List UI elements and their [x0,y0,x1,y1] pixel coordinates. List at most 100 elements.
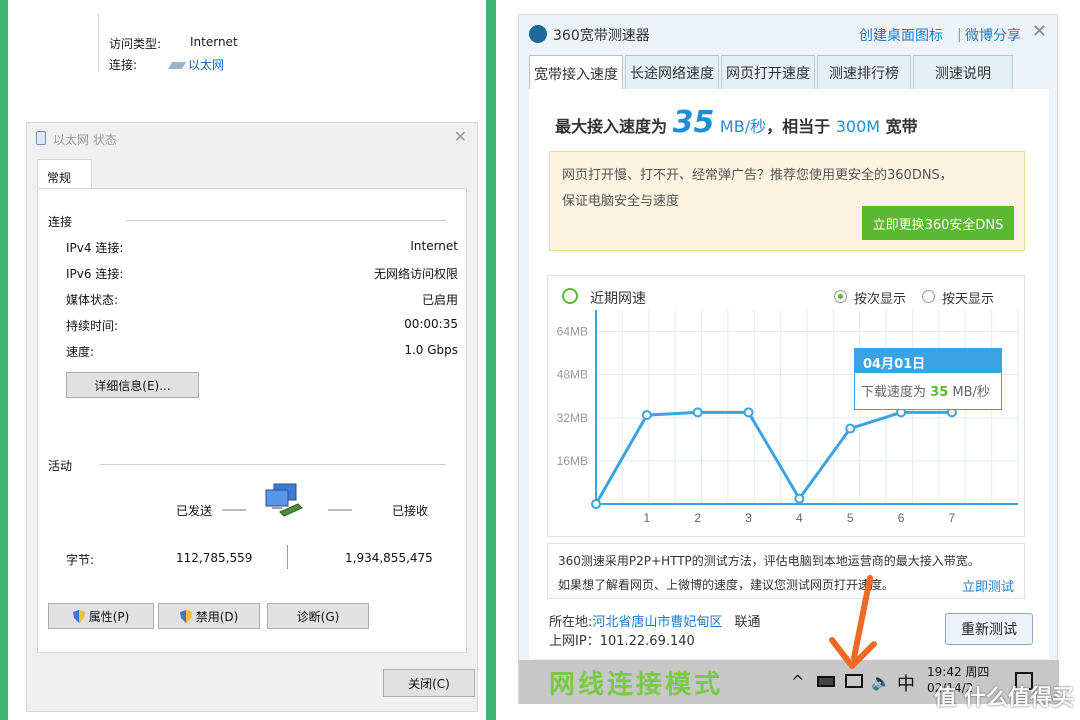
ipv4-label: IPv4 连接: [66,241,124,255]
test-info-box: 360测速采用P2P+HTTP的测试方法，评估电脑到本地运营商的最大接入带宽。 … [547,543,1025,599]
section-divider [126,220,446,221]
disable-button[interactable]: 禁用(D) [158,603,260,629]
tab-help[interactable]: 测速说明 [913,55,1013,89]
properties-button[interactable]: 属性(P) [48,603,154,629]
chevron-up-icon[interactable]: ^ [791,672,804,691]
y-tick-label: 64MB [557,325,588,339]
tab-general[interactable]: 常规 [37,159,92,189]
x-tick-label: 7 [949,511,956,525]
duration-label: 持续时间: [66,319,119,333]
connection-section-label: 连接 [48,215,73,229]
ime-indicator[interactable]: 中 [897,670,915,696]
connection-label: 连接: [109,58,138,72]
x-tick-label: 4 [796,511,803,525]
notice-line2: 保证电脑安全与速度 [562,194,680,209]
ethernet-status-dialog: 以太网 状态 ✕ 常规 连接 IPv4 连接: Internet IPv6 连接… [26,122,478,712]
tab-page-speed[interactable]: 网页打开速度 [721,55,815,89]
tab-access-speed[interactable]: 宽带接入速度 [529,55,623,91]
speed-label: 速度: [66,345,95,359]
link-separator: | [957,27,962,43]
orange-arrow-annotation [829,575,877,669]
switch-dns-button[interactable]: 立即更换360安全DNS [862,206,1014,240]
notice-line1: 网页打开慢、打不开、经常弹广告？推荐您使用更安全的360DNS， [562,168,953,183]
tab-general-panel: 连接 IPv4 连接: Internet IPv6 连接: 无网络访问权限 媒体… [37,188,467,653]
data-point [845,423,856,434]
tooltip-value: 35 [930,385,949,400]
location-line: 所在地:河北省唐山市曹妃甸区 联通 [549,611,761,630]
data-point [692,407,703,418]
recent-speed-chart: 近期网速 按次显示 按天显示 16MB 32MB 48MB 64MB 1 2 3 4 5 6 7 0… [547,275,1025,537]
series-line [594,410,952,505]
network-ethernet-icon[interactable] [845,674,863,688]
retest-button[interactable]: 重新测试 [945,613,1033,645]
speed-test-window: 360宽带测速器 创建桌面图标 | 微博分享 ✕ 宽带接入速度 长途网络速度 网… [518,14,1059,704]
battery-icon[interactable] [817,676,835,687]
clock-time: 19:42 周四 [927,665,990,679]
tooltip-text: 下载速度为 35 MB/秒 [861,381,990,400]
equiv-value: 300M [835,117,881,136]
access-type-label: 访问类型: [109,37,162,51]
ipv4-value: Internet [410,239,458,253]
details-button[interactable]: 详细信息(E)... [66,372,199,398]
bytes-label: 字节: [66,553,95,567]
speed-tooltip: 04月01日 下载速度为 35 MB/秒 [854,348,1002,410]
access-type-value: Internet [190,35,238,49]
media-state-label: 媒体状态: [66,293,119,307]
received-dash [328,509,352,511]
volume-icon[interactable]: 🔈 [871,672,891,691]
dns-notice: 网页打开慢、打不开、经常弹广告？推荐您使用更安全的360DNS， 保证电脑安全与… [549,151,1025,251]
received-label: 已接收 [392,504,429,518]
disable-button-label: 禁用(D) [195,609,239,624]
diagnose-button[interactable]: 诊断(G) [267,603,369,629]
ethernet-link[interactable]: 以太网 [167,56,225,73]
network-adapter-icon [36,131,46,145]
x-tick-label: 2 [694,511,701,525]
x-tick-label: 5 [847,511,854,525]
data-point [641,410,652,421]
divider [98,14,99,72]
close-icon[interactable]: ✕ [1032,21,1047,42]
data-point [794,493,805,504]
equiv-suffix: 宽带 [885,117,918,136]
data-point [743,407,754,418]
bytes-divider [287,545,288,569]
tooltip-date: 04月01日 [855,349,1001,373]
left-panel: 访问类型: Internet 连接: 以太网 以太网 状态 ✕ 常规 连接 IP… [8,0,486,720]
watermark-text: 值 什么值得买 [934,686,1074,711]
section-divider [100,464,446,465]
properties-button-label: 属性(P) [88,609,130,624]
ip-label: 上网IP： [549,634,600,649]
x-tick-label: 6 [898,511,905,525]
max-speed-summary: 最大接入速度为 35 MB/秒，相当于 300M 宽带 [555,105,918,140]
ipv6-label: IPv6 连接: [66,267,124,281]
activity-section-label: 活动 [48,459,73,473]
location-value: 河北省唐山市曹妃甸区 [592,615,723,630]
computers-network-icon [262,482,306,524]
ethernet-link-text: 以太网 [188,58,225,72]
x-tick-label: 3 [745,511,752,525]
close-button[interactable]: 关闭(C) [383,669,475,697]
tab-ranking[interactable]: 测速排行榜 [817,55,911,89]
sent-label: 已发送 [176,504,213,518]
dialog-title: 以太网 状态 [53,133,117,147]
test-now-link[interactable]: 立即测试 [962,576,1014,595]
close-icon[interactable]: ✕ [454,127,467,146]
ip-line: 上网IP：101.22.69.140 [549,630,695,649]
create-desktop-icon-link[interactable]: 创建桌面图标 [859,25,943,45]
tab-long-distance[interactable]: 长途网络速度 [625,55,719,89]
location-label: 所在地: [549,615,593,630]
duration-value: 00:00:35 [404,317,458,331]
weibo-share-link[interactable]: 微博分享 [965,25,1021,45]
isp-value: 联通 [734,615,761,630]
bytes-sent-value: 112,785,559 [176,551,253,565]
ethernet-link-icon [167,62,187,69]
y-tick-label: 32MB [557,411,588,425]
watermark: 值 什么值得买 [934,680,1074,712]
equiv-prefix: ，相当于 [766,117,831,136]
speed-value: 35 [672,105,715,140]
app-logo-icon [529,25,547,43]
app-title: 360宽带测速器 [553,28,650,44]
y-tick-label: 16MB [557,454,588,468]
x-tick-label: 1 [643,511,650,525]
tab-content: 最大接入速度为 35 MB/秒，相当于 300M 宽带 网页打开慢、打不开、经常… [529,89,1049,659]
